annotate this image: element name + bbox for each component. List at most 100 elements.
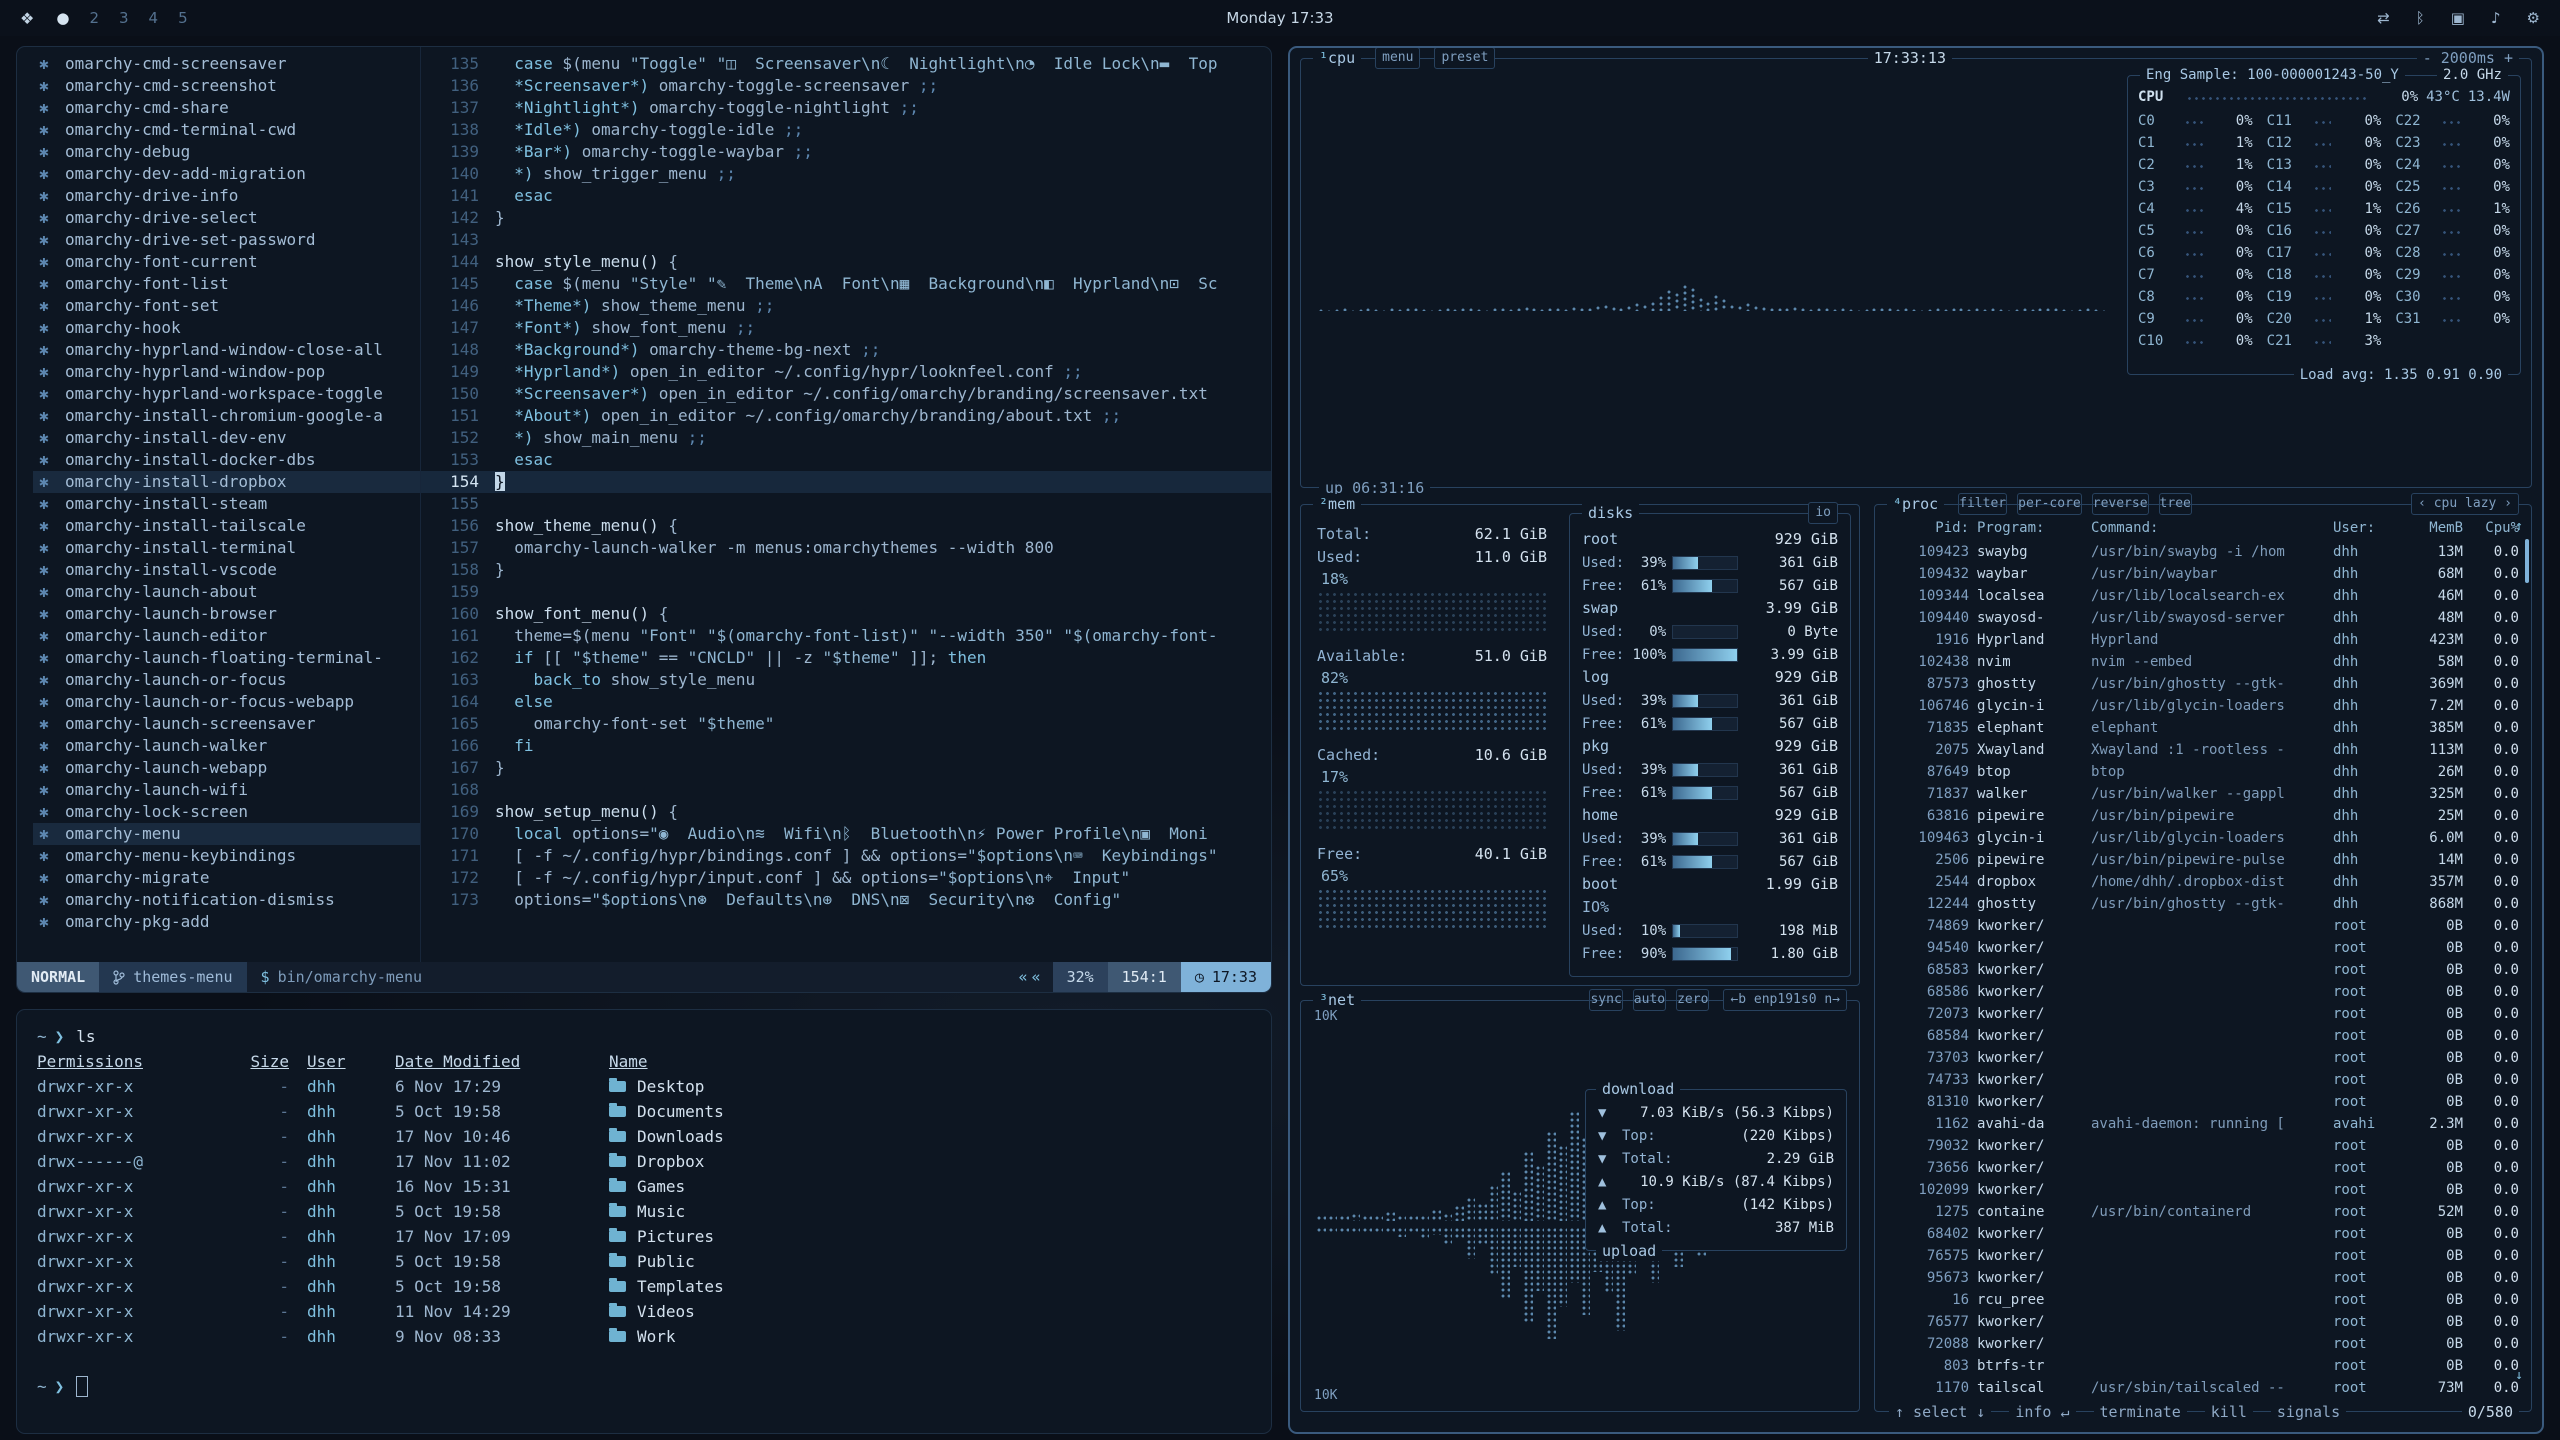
workspace-1[interactable]: ●: [56, 9, 69, 27]
code-line[interactable]: 166 fi: [421, 735, 1271, 757]
code-line[interactable]: 163 back_to show_style_menu: [421, 669, 1271, 691]
proc-row[interactable]: 102099kworker/root0B0.0: [1887, 1179, 2519, 1201]
file-item[interactable]: ✱omarchy-hyprland-workspace-toggle: [33, 383, 420, 405]
code-line[interactable]: 140 *) show_trigger_menu ;;: [421, 163, 1271, 185]
clock[interactable]: Monday 17:33: [1226, 9, 1333, 27]
code-line[interactable]: 155: [421, 493, 1271, 515]
workspace-3[interactable]: 3: [119, 9, 129, 27]
proc-tab-tree[interactable]: tree: [2159, 493, 2192, 515]
file-item[interactable]: ✱omarchy-drive-select: [33, 207, 420, 229]
file-item[interactable]: ✱omarchy-install-terminal: [33, 537, 420, 559]
proc-row[interactable]: 71835elephantelephantdhh385M0.0: [1887, 717, 2519, 739]
proc-row[interactable]: 87573ghostty/usr/bin/ghostty --gtk-dhh36…: [1887, 673, 2519, 695]
code-line[interactable]: 165 omarchy-font-set "$theme": [421, 713, 1271, 735]
net-tab-zero[interactable]: zero: [1676, 989, 1709, 1011]
code-line[interactable]: 169show_setup_menu() {: [421, 801, 1271, 823]
code-line[interactable]: 154}: [421, 471, 1271, 493]
proc-row[interactable]: 109423swaybg/usr/bin/swaybg -i /homdhh13…: [1887, 541, 2519, 563]
code-line[interactable]: 135 case $(menu "Toggle" "◫ Screensaver\…: [421, 53, 1271, 75]
code-line[interactable]: 147 *Font*) show_font_menu ;;: [421, 317, 1271, 339]
omarchy-logo-icon[interactable]: ❖: [20, 9, 34, 28]
bluetooth-icon[interactable]: ᛒ: [2416, 9, 2425, 27]
file-item[interactable]: ✱omarchy-launch-browser: [33, 603, 420, 625]
proc-row[interactable]: 68402kworker/root0B0.0: [1887, 1223, 2519, 1245]
code-line[interactable]: 137 *Nightlight*) omarchy-toggle-nightli…: [421, 97, 1271, 119]
proc-row[interactable]: 72073kworker/root0B0.0: [1887, 1003, 2519, 1025]
proc-row[interactable]: 63816pipewire/usr/bin/pipewiredhh25M0.0: [1887, 805, 2519, 827]
file-item[interactable]: ✱omarchy-launch-or-focus: [33, 669, 420, 691]
proc-row[interactable]: 68584kworker/root0B0.0: [1887, 1025, 2519, 1047]
code-line[interactable]: 160show_font_menu() {: [421, 603, 1271, 625]
proc-tab-per-core[interactable]: per-core: [2017, 493, 2082, 515]
proc-row[interactable]: 72088kworker/root0B0.0: [1887, 1333, 2519, 1355]
code-line[interactable]: 145 case $(menu "Style" "✎ Theme\nA Font…: [421, 273, 1271, 295]
prompt-line[interactable]: ~ ❯: [37, 1374, 1251, 1399]
file-item[interactable]: ✱omarchy-cmd-share: [33, 97, 420, 119]
proc-row[interactable]: 1916HyprlandHyprlanddhh423M0.0: [1887, 629, 2519, 651]
proc-row[interactable]: 76577kworker/root0B0.0: [1887, 1311, 2519, 1333]
proc-row[interactable]: 73656kworker/root0B0.0: [1887, 1157, 2519, 1179]
proc-row[interactable]: 79032kworker/root0B0.0: [1887, 1135, 2519, 1157]
code-line[interactable]: 149 *Hyprland*) open_in_editor ~/.config…: [421, 361, 1271, 383]
file-item[interactable]: ✱omarchy-launch-screensaver: [33, 713, 420, 735]
proc-column-header[interactable]: Command:: [2091, 517, 2325, 539]
share-icon[interactable]: ⇄: [2377, 9, 2390, 27]
file-item[interactable]: ✱omarchy-cmd-terminal-cwd: [33, 119, 420, 141]
code-line[interactable]: 142}: [421, 207, 1271, 229]
code-line[interactable]: 173 options="$options\n⊛ Defaults\n⊕ DNS…: [421, 889, 1271, 911]
workspace-2[interactable]: 2: [89, 9, 99, 27]
code-line[interactable]: 172 [ -f ~/.config/hypr/input.conf ] && …: [421, 867, 1271, 889]
proc-row[interactable]: 2544dropbox/home/dhh/.dropbox-distdhh357…: [1887, 871, 2519, 893]
code-line[interactable]: 161 theme=$(menu "Font" "$(omarchy-font-…: [421, 625, 1271, 647]
file-item[interactable]: ✱omarchy-hyprland-window-pop: [33, 361, 420, 383]
code-line[interactable]: 141 esac: [421, 185, 1271, 207]
proc-row[interactable]: 95673kworker/root0B0.0: [1887, 1267, 2519, 1289]
terminal-cursor[interactable]: [76, 1376, 88, 1397]
code-line[interactable]: 152 *) show_main_menu ;;: [421, 427, 1271, 449]
legend-item-3[interactable]: terminate: [2094, 1402, 2187, 1422]
code-line[interactable]: 146 *Theme*) show_theme_menu ;;: [421, 295, 1271, 317]
proc-row[interactable]: 16rcu_preeroot0B0.0: [1887, 1289, 2519, 1311]
net-tab-auto[interactable]: auto: [1633, 989, 1666, 1011]
file-item[interactable]: ✱omarchy-menu-keybindings: [33, 845, 420, 867]
proc-column-header[interactable]: Pid:: [1887, 517, 1969, 539]
file-item[interactable]: ✱omarchy-hyprland-window-close-all: [33, 339, 420, 361]
proc-row[interactable]: 109344localsea/usr/lib/localsearch-exdhh…: [1887, 585, 2519, 607]
proc-row[interactable]: 803btrfs-trroot0B0.0: [1887, 1355, 2519, 1377]
proc-row[interactable]: 106746glycin-i/usr/lib/glycin-loadersdhh…: [1887, 695, 2519, 717]
file-item[interactable]: ✱omarchy-install-tailscale: [33, 515, 420, 537]
proc-row[interactable]: 102438nvimnvim --embeddhh58M0.0: [1887, 651, 2519, 673]
file-item[interactable]: ✱omarchy-launch-wifi: [33, 779, 420, 801]
code-line[interactable]: 167}: [421, 757, 1271, 779]
code-line[interactable]: 153 esac: [421, 449, 1271, 471]
file-item[interactable]: ✱omarchy-cmd-screenshot: [33, 75, 420, 97]
proc-row[interactable]: 109463glycin-i/usr/lib/glycin-loadersdhh…: [1887, 827, 2519, 849]
file-item[interactable]: ✱omarchy-dev-add-migration: [33, 163, 420, 185]
proc-row[interactable]: 2075XwaylandXwayland :1 -rootless -dhh11…: [1887, 739, 2519, 761]
file-item[interactable]: ✱omarchy-install-dropbox: [33, 471, 420, 493]
file-item[interactable]: ✱omarchy-notification-dismiss: [33, 889, 420, 911]
proc-row[interactable]: 81310kworker/root0B0.0: [1887, 1091, 2519, 1113]
code-line[interactable]: 148 *Background*) omarchy-theme-bg-next …: [421, 339, 1271, 361]
proc-column-header[interactable]: Program:: [1977, 517, 2083, 539]
proc-row[interactable]: 94540kworker/root0B0.0: [1887, 937, 2519, 959]
settings-icon[interactable]: ⚙: [2527, 9, 2540, 27]
file-item[interactable]: ✱omarchy-install-vscode: [33, 559, 420, 581]
code-line[interactable]: 136 *Screensaver*) omarchy-toggle-screen…: [421, 75, 1271, 97]
code-line[interactable]: 158}: [421, 559, 1271, 581]
code-line[interactable]: 139 *Bar*) omarchy-toggle-waybar ;;: [421, 141, 1271, 163]
code-line[interactable]: 150 *Screensaver*) open_in_editor ~/.con…: [421, 383, 1271, 405]
code-line[interactable]: 168: [421, 779, 1271, 801]
proc-row[interactable]: 2506pipewire/usr/bin/pipewire-pulsedhh14…: [1887, 849, 2519, 871]
workspace-5[interactable]: 5: [178, 9, 188, 27]
file-item[interactable]: ✱omarchy-lock-screen: [33, 801, 420, 823]
code-line[interactable]: 138 *Idle*) omarchy-toggle-idle ;;: [421, 119, 1271, 141]
code-line[interactable]: 171 [ -f ~/.config/hypr/bindings.conf ] …: [421, 845, 1271, 867]
code-line[interactable]: 170 local options="◉ Audio\n≋ Wifi\nᛒ Bl…: [421, 823, 1271, 845]
file-item[interactable]: ✱omarchy-install-dev-env: [33, 427, 420, 449]
proc-row[interactable]: 109440swayosd-/usr/lib/swayosd-serverdhh…: [1887, 607, 2519, 629]
legend-item-1[interactable]: ↑ select ↓: [1889, 1402, 1991, 1422]
file-item[interactable]: ✱omarchy-debug: [33, 141, 420, 163]
workspace-4[interactable]: 4: [149, 9, 159, 27]
file-item[interactable]: ✱omarchy-pkg-add: [33, 911, 420, 933]
